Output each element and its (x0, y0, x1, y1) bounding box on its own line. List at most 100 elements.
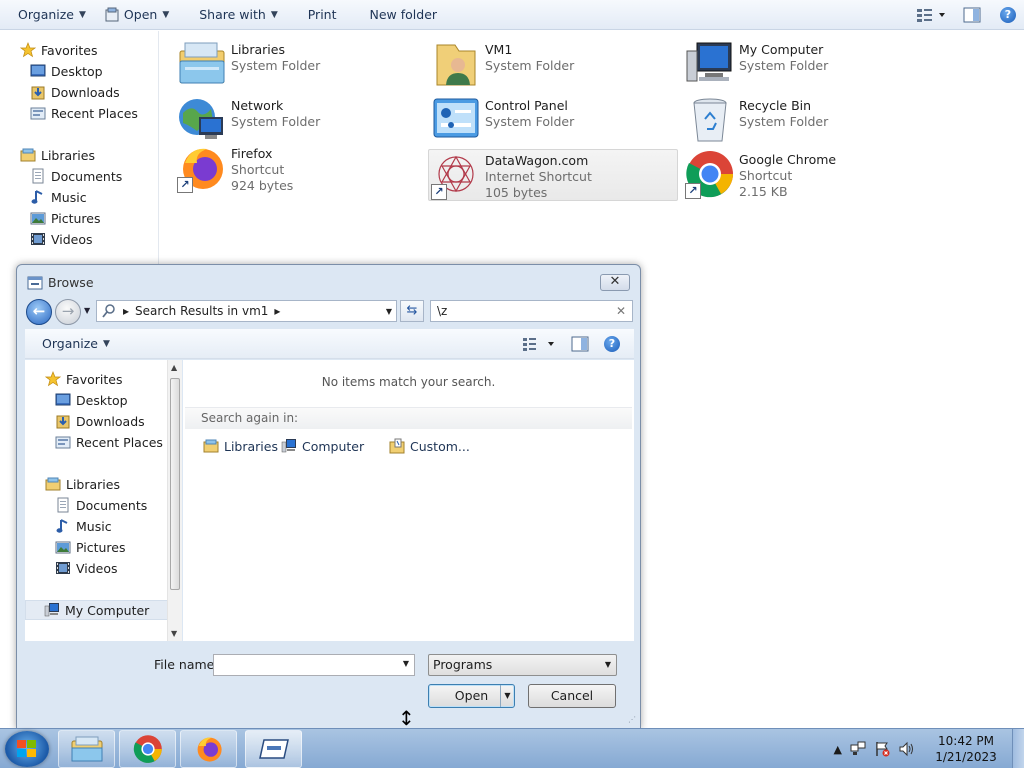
start-button[interactable] (5, 731, 49, 767)
libraries-icon (203, 439, 219, 453)
network-status-icon[interactable] (850, 741, 866, 757)
file-type-value: Programs (433, 657, 493, 672)
search-again-libraries[interactable]: Libraries (203, 437, 278, 455)
back-button[interactable]: ← (26, 299, 52, 325)
breadcrumb-search-results[interactable]: Search Results in vm1 (135, 304, 268, 318)
pictures-icon (30, 212, 46, 225)
tile-my-computer[interactable]: My Computer System Folder (685, 39, 935, 91)
open-button[interactable]: Open ▼ (428, 684, 515, 708)
change-view-icon[interactable] (522, 336, 556, 352)
tile-control-panel[interactable]: Control Panel System Folder (431, 95, 681, 147)
resize-grip-icon[interactable]: ⋰ (628, 715, 636, 724)
organize-menu[interactable]: Organize ▼ (0, 0, 95, 30)
nav-videos[interactable]: Videos (30, 229, 93, 249)
preview-pane-icon[interactable] (962, 7, 982, 23)
taskbar-firefox[interactable] (180, 730, 237, 768)
help-icon[interactable]: ? (604, 336, 620, 352)
dialog-nav-desktop[interactable]: Desktop (55, 390, 128, 410)
scroll-up-icon[interactable]: ▲ (171, 363, 177, 372)
action-center-icon[interactable] (874, 741, 890, 757)
forward-button[interactable]: → (55, 299, 81, 325)
show-desktop-button[interactable] (1012, 729, 1024, 768)
print-button[interactable]: Print (299, 0, 346, 30)
nav-favorites[interactable]: Favorites (20, 40, 97, 60)
nav-downloads-label: Downloads (51, 84, 120, 100)
breadcrumb-separator-icon[interactable]: ▸ (274, 304, 280, 318)
new-folder-button[interactable]: New folder (361, 0, 447, 30)
dialog-nav-downloads-label: Downloads (76, 413, 145, 429)
file-name-field[interactable]: ▼ (213, 654, 415, 676)
search-input-value: \z (437, 304, 448, 318)
tile-datawagon[interactable]: ↗ DataWagon.com Internet Shortcut 105 byte… (428, 149, 678, 201)
dialog-nav-desktop-label: Desktop (76, 392, 128, 408)
arrow-left-icon: ← (32, 302, 46, 320)
nav-libraries[interactable]: Libraries (20, 145, 95, 165)
dialog-nav-my-computer[interactable]: My Computer (25, 600, 168, 620)
scrollbar-thumb[interactable] (170, 378, 180, 590)
taskbar-run-dialog[interactable] (245, 730, 302, 768)
tile-size: 924 bytes (231, 178, 294, 193)
dialog-command-bar: Organize ▼ ? (25, 329, 634, 359)
search-again-header: Search again in: (185, 407, 632, 429)
organize-label: Organize (18, 7, 74, 22)
tile-vm1[interactable]: VM1 System Folder (431, 39, 681, 91)
tile-firefox[interactable]: ↗ Firefox Shortcut 924 bytes (177, 143, 427, 195)
search-again-computer[interactable]: Computer (281, 437, 364, 455)
chevron-down-icon: ▼ (270, 9, 278, 20)
nav-pictures[interactable]: Pictures (30, 208, 101, 228)
nav-recent-places[interactable]: Recent Places (30, 103, 138, 123)
search-again-custom[interactable]: Custom... (389, 437, 470, 455)
dialog-nav-music[interactable]: Music (55, 516, 112, 536)
chevron-down-icon[interactable]: ▼ (386, 307, 392, 316)
tile-type: System Folder (231, 58, 321, 73)
tile-libraries[interactable]: Libraries System Folder (177, 39, 427, 91)
taskbar-chrome[interactable] (119, 730, 176, 768)
videos-icon (31, 233, 45, 245)
search-input[interactable]: \z ✕ (430, 300, 633, 322)
tile-recycle-bin[interactable]: Recycle Bin System Folder (685, 95, 935, 147)
nav-documents[interactable]: Documents (30, 166, 122, 186)
preview-pane-icon[interactable] (570, 336, 590, 352)
breadcrumb-separator-icon[interactable]: ▸ (123, 304, 129, 318)
help-icon[interactable]: ? (1000, 7, 1016, 23)
dialog-organize-label: Organize (42, 336, 98, 351)
no-items-message: No items match your search. (321, 375, 496, 389)
clear-search-icon[interactable]: ✕ (616, 301, 626, 321)
dialog-nav-recent-places[interactable]: Recent Places (55, 432, 163, 452)
dialog-nav-libraries[interactable]: Libraries (45, 474, 120, 494)
clock[interactable]: 10:42 PM 1/21/2023 (932, 733, 1000, 765)
nav-scrollbar[interactable]: ▲ ▼ (167, 360, 182, 641)
tile-name: Control Panel (485, 98, 568, 113)
nav-desktop[interactable]: Desktop (30, 61, 103, 81)
file-type-select[interactable]: Programs ▼ (428, 654, 617, 676)
nav-downloads[interactable]: Downloads (30, 82, 120, 102)
share-with-menu[interactable]: Share with ▼ (190, 0, 287, 30)
tile-google-chrome[interactable]: ↗ Google Chrome Shortcut 2.15 KB (685, 149, 935, 201)
nav-music[interactable]: Music (30, 187, 87, 207)
tile-network[interactable]: Network System Folder (177, 95, 427, 147)
run-dialog-icon (258, 739, 289, 759)
dialog-nav-documents[interactable]: Documents (55, 495, 147, 515)
recent-locations-dropdown[interactable]: ▼ (84, 306, 90, 315)
close-button[interactable]: ✕ (600, 274, 630, 291)
dialog-nav-pictures[interactable]: Pictures (55, 537, 126, 557)
show-hidden-icons-icon[interactable]: ▲ (834, 743, 842, 756)
volume-icon[interactable] (898, 741, 914, 757)
star-icon (45, 371, 61, 387)
open-menu[interactable]: Open ▼ (95, 0, 178, 30)
address-bar[interactable]: ▸ Search Results in vm1 ▸ ▼ (96, 300, 397, 322)
system-tray: ▲ 10:42 PM 1/21/2023 (834, 729, 1024, 768)
dialog-nav-videos[interactable]: Videos (55, 558, 118, 578)
taskbar-explorer[interactable] (58, 730, 115, 768)
tile-size: 105 bytes (485, 185, 548, 200)
change-view-icon[interactable] (916, 7, 946, 23)
chevron-down-icon[interactable]: ▼ (403, 659, 409, 668)
refresh-button[interactable]: ⇆ (400, 300, 424, 322)
cancel-button[interactable]: Cancel (528, 684, 616, 708)
clock-date: 1/21/2023 (935, 750, 997, 764)
scroll-down-icon[interactable]: ▼ (171, 629, 177, 638)
dialog-organize-menu[interactable]: Organize ▼ (25, 329, 119, 359)
open-options-dropdown[interactable]: ▼ (500, 685, 514, 707)
dialog-nav-favorites[interactable]: Favorites (45, 369, 122, 389)
dialog-nav-downloads[interactable]: Downloads (55, 411, 145, 431)
